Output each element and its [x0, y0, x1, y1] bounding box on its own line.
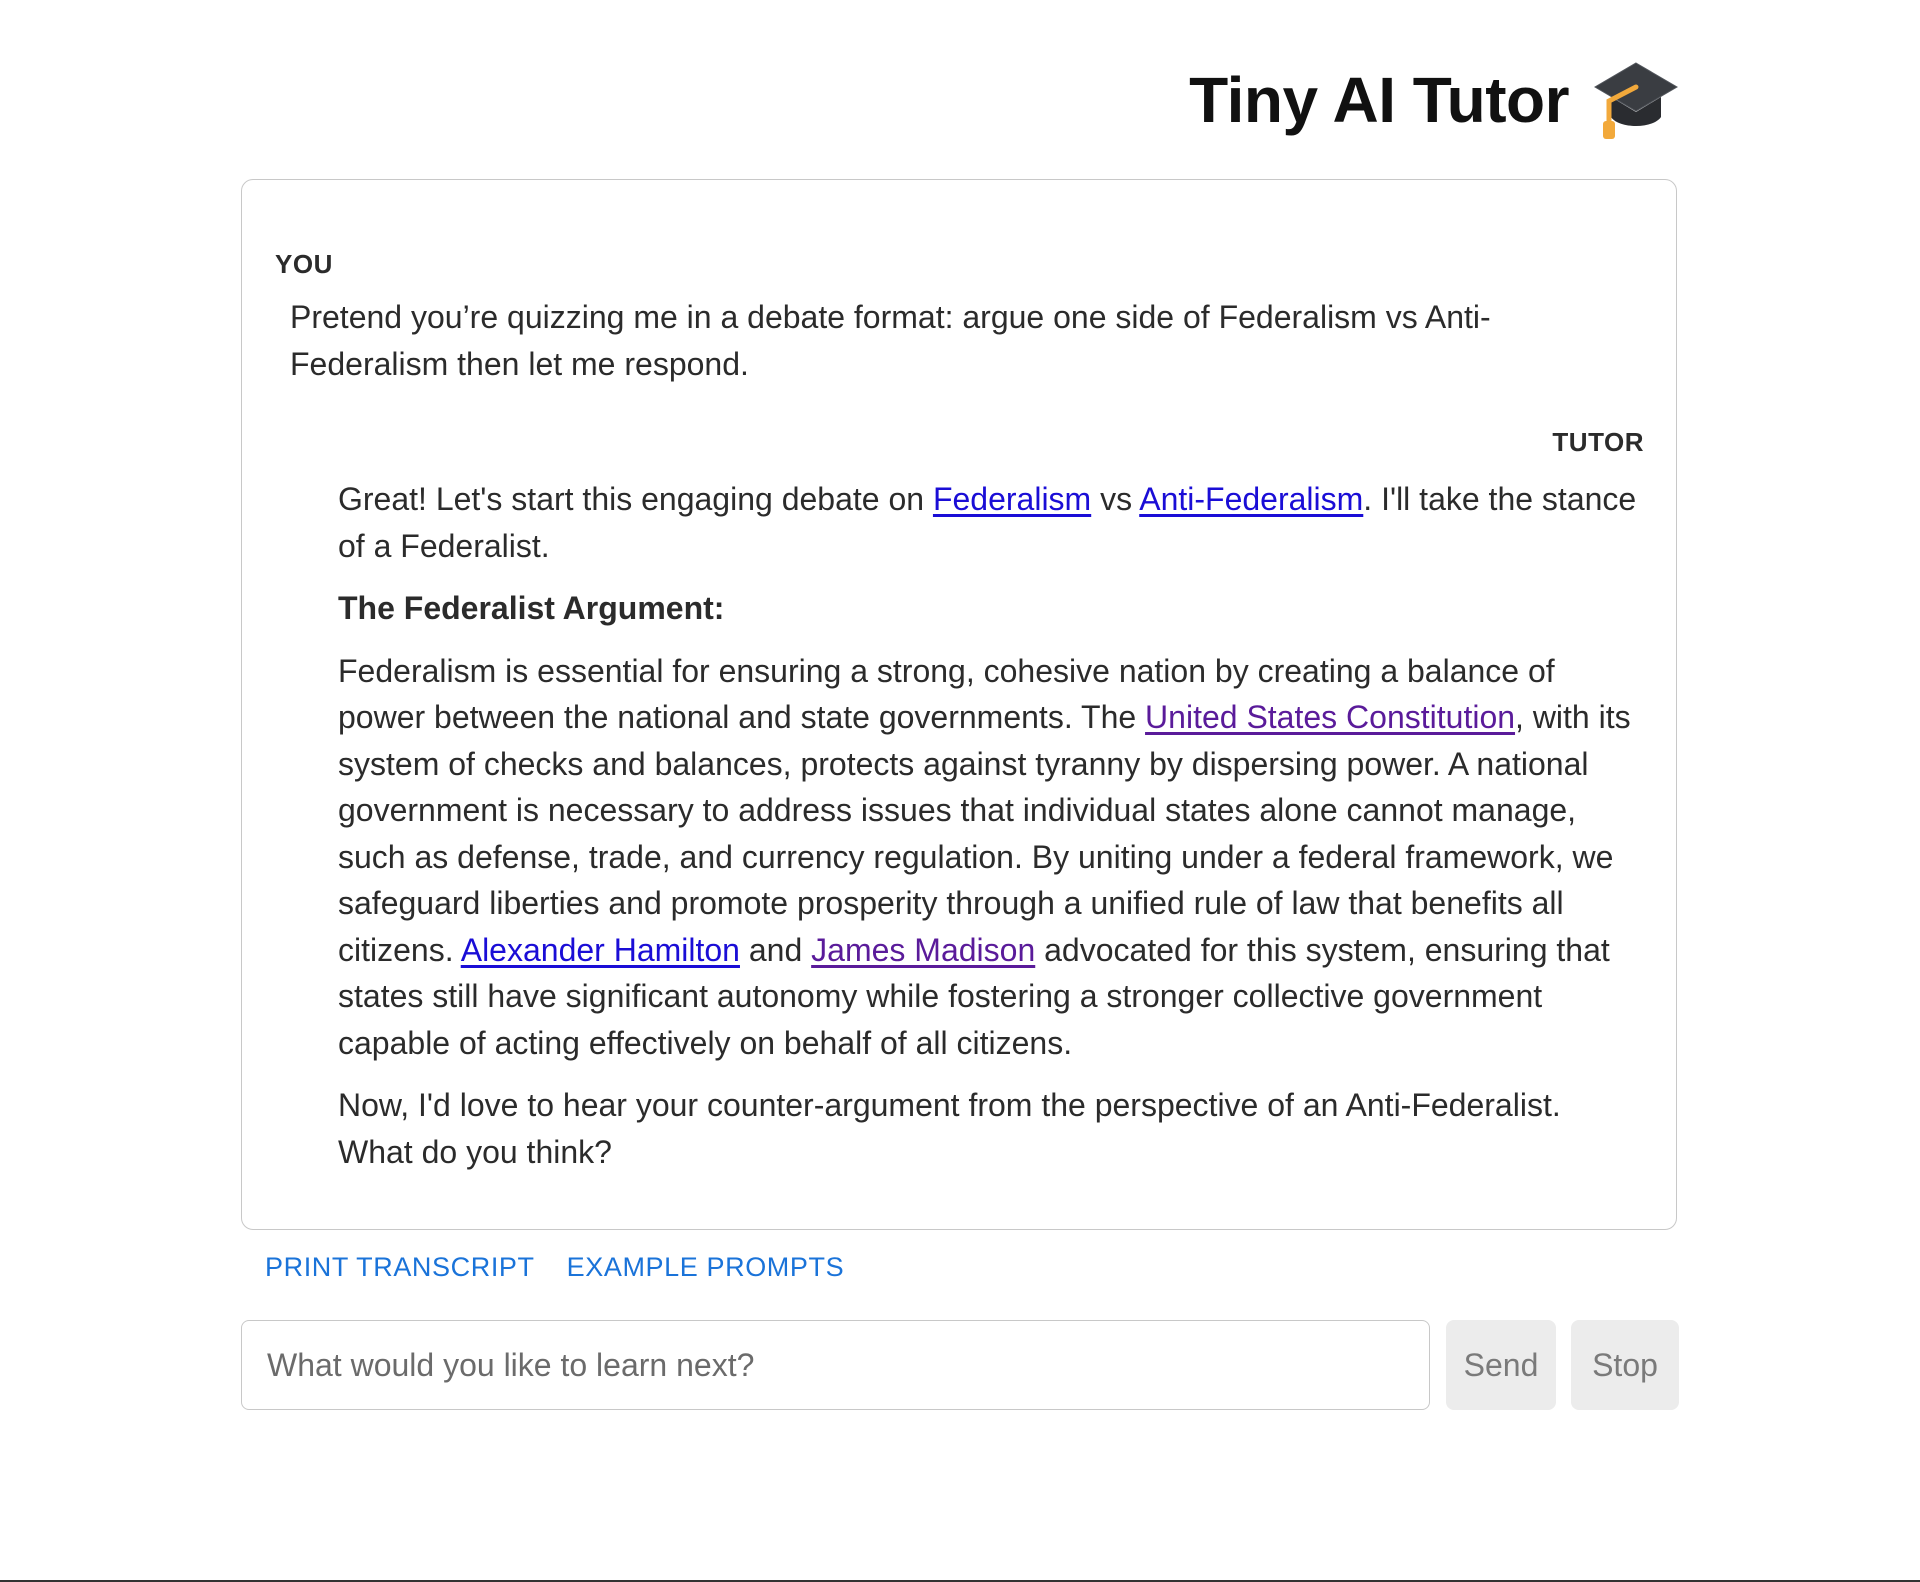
tutor-role-label: TUTOR [1552, 427, 1644, 457]
stop-button[interactable]: Stop [1571, 1320, 1679, 1410]
us-constitution-link[interactable]: United States Constitution [1145, 699, 1515, 735]
tutor-paragraph-argument: Federalism is essential for ensuring a s… [338, 652, 1631, 1061]
example-prompts-link[interactable]: EXAMPLE PROMPTS [567, 1252, 845, 1283]
tutor-paragraph-intro: Great! Let's start this engaging debate … [338, 481, 1637, 564]
james-madison-link[interactable]: James Madison [811, 932, 1035, 968]
message-composer: Send Stop [241, 1320, 1679, 1410]
user-role-label: YOU [275, 249, 333, 279]
federalism-link[interactable]: Federalism [933, 481, 1091, 517]
send-button[interactable]: Send [1446, 1320, 1556, 1410]
alexander-hamilton-link[interactable]: Alexander Hamilton [461, 932, 740, 968]
transcript-actions: PRINT TRANSCRIPT EXAMPLE PROMPTS [265, 1252, 844, 1283]
chat-transcript[interactable]: YOU Pretend you’re quizzing me in a deba… [241, 179, 1677, 1230]
print-transcript-link[interactable]: PRINT TRANSCRIPT [265, 1252, 535, 1283]
prompt-input[interactable] [241, 1320, 1430, 1410]
anti-federalism-link[interactable]: Anti-Federalism [1139, 481, 1363, 517]
app-title: Tiny AI Tutor [1189, 64, 1569, 136]
user-message: Pretend you’re quizzing me in a debate f… [290, 299, 1491, 382]
tutor-paragraph-prompt: Now, I'd love to hear your counter-argum… [338, 1087, 1561, 1170]
tutor-argument-heading: The Federalist Argument: [338, 590, 725, 626]
tutor-message: Great! Let's start this engaging debate … [338, 476, 1638, 1191]
graduation-cap-icon [1593, 57, 1679, 143]
app-page: Tiny AI Tutor YOU Pretend you’re quizzin… [0, 0, 1920, 1582]
app-header: Tiny AI Tutor [241, 58, 1679, 142]
